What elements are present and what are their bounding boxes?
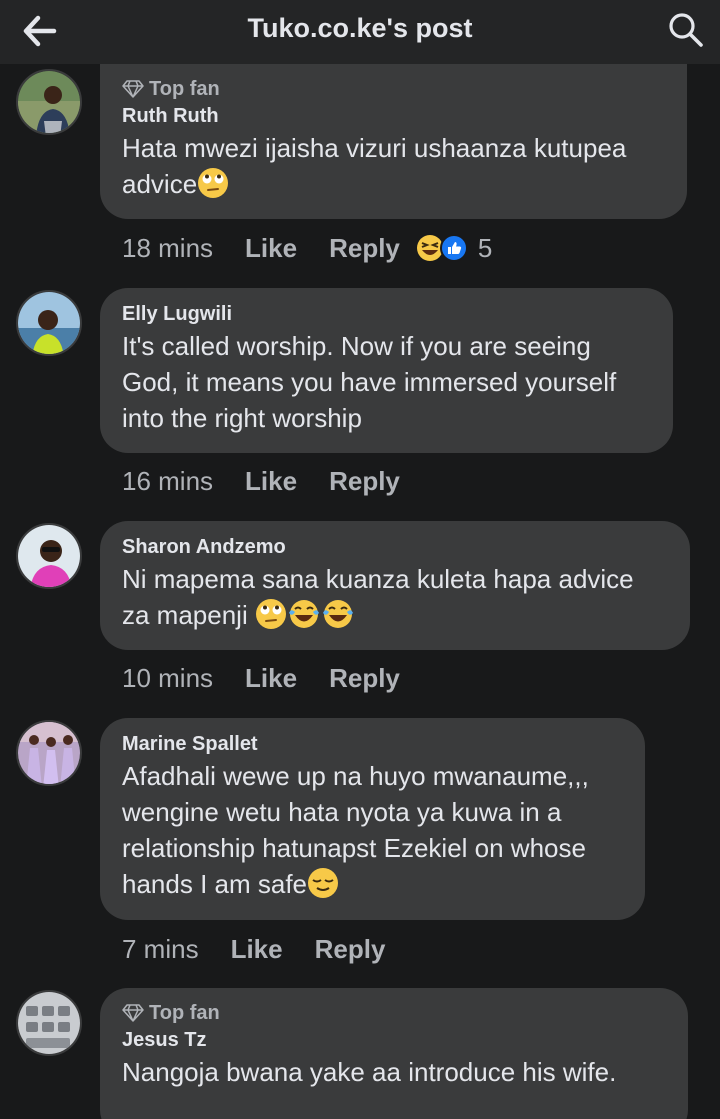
badge-label: Top fan bbox=[149, 77, 220, 100]
comment-text-content: hands I am safe bbox=[122, 869, 307, 899]
comment-bubble[interactable]: Sharon Andzemo Ni mapema sana kuanza kul… bbox=[100, 521, 690, 650]
reaction-summary[interactable]: 5 bbox=[416, 233, 492, 264]
reply-button[interactable]: Reply bbox=[315, 934, 386, 965]
comment-text-line: relationship hatunapst Ezekiel on whose bbox=[122, 833, 586, 863]
top-bar: Tuko.co.ke's post bbox=[0, 0, 720, 64]
search-button[interactable] bbox=[666, 10, 706, 50]
comment-author[interactable]: Sharon Andzemo bbox=[122, 533, 668, 561]
comment-actions: 18 mins Like Reply 5 bbox=[122, 228, 492, 268]
reaction-count: 5 bbox=[477, 232, 493, 263]
avatar[interactable] bbox=[16, 523, 82, 589]
top-fan-badge: Top fan bbox=[122, 1000, 666, 1026]
reply-button[interactable]: Reply bbox=[329, 233, 400, 264]
comment-author[interactable]: Marine Spallet bbox=[122, 730, 623, 758]
eye-roll-emoji-icon bbox=[198, 168, 229, 198]
top-fan-badge: Top fan bbox=[122, 76, 665, 102]
avatar[interactable] bbox=[16, 69, 82, 135]
comment-author[interactable]: Jesus Tz bbox=[122, 1026, 666, 1054]
avatar[interactable] bbox=[16, 990, 82, 1056]
comment-actions: 10 mins Like Reply bbox=[122, 658, 432, 698]
comment-text: Hata mwezi ijaisha vizuri ushaanza kutup… bbox=[122, 130, 665, 202]
comment-text: Ni mapema sana kuanza kuleta hapa advice… bbox=[122, 561, 668, 633]
thumbs-up-icon bbox=[439, 234, 468, 262]
comment-text: Afadhali wewe up na huyo mwanaume,,, wen… bbox=[122, 758, 623, 902]
comment-actions: 16 mins Like Reply bbox=[122, 461, 432, 501]
reply-button[interactable]: Reply bbox=[329, 663, 400, 694]
page-title: Tuko.co.ke's post bbox=[247, 13, 473, 43]
comment-time: 7 mins bbox=[122, 933, 199, 964]
tears-of-joy-emoji-icon bbox=[288, 600, 319, 628]
search-icon bbox=[669, 13, 703, 47]
avatar[interactable] bbox=[16, 290, 82, 356]
tears-of-joy-emoji-icon bbox=[322, 600, 353, 628]
diamond-icon bbox=[122, 1004, 144, 1022]
reply-button[interactable]: Reply bbox=[329, 466, 400, 497]
comment-bubble[interactable]: Elly Lugwili It's called worship. Now if… bbox=[100, 288, 673, 453]
comment-bubble[interactable]: Marine Spallet Afadhali wewe up na huyo … bbox=[100, 718, 645, 920]
comment-author[interactable]: Ruth Ruth bbox=[122, 102, 665, 130]
comment-text-content: Ni mapema sana kuanza kuleta hapa advice… bbox=[122, 564, 634, 630]
comment-time: 10 mins bbox=[122, 662, 214, 693]
comment-actions: 7 mins Like Reply bbox=[122, 929, 417, 969]
comment-bubble[interactable]: Top fan Jesus Tz Nangoja bwana yake aa i… bbox=[100, 988, 688, 1119]
comment-time: 16 mins bbox=[122, 465, 214, 496]
badge-label: Top fan bbox=[149, 1001, 220, 1024]
diamond-icon bbox=[122, 80, 144, 98]
comments-feed[interactable]: Top fan Ruth Ruth Hata mwezi ijaisha viz… bbox=[0, 64, 720, 1119]
comment-text: It's called worship. Now if you are seei… bbox=[122, 331, 617, 433]
like-button[interactable]: Like bbox=[231, 934, 283, 965]
like-button[interactable]: Like bbox=[245, 663, 297, 694]
like-button[interactable]: Like bbox=[245, 233, 297, 264]
comment-text-line: wengine wetu hata nyota ya kuwa in a bbox=[122, 797, 562, 827]
comment-text-line: hands I am safe bbox=[122, 866, 623, 902]
comment-text: Nangoja bwana yake aa introduce his wife… bbox=[122, 1057, 617, 1087]
comment-time: 18 mins bbox=[122, 232, 214, 263]
like-button[interactable]: Like bbox=[245, 466, 297, 497]
relieved-emoji-icon bbox=[308, 868, 338, 898]
avatar[interactable] bbox=[16, 720, 82, 786]
comment-author[interactable]: Elly Lugwili bbox=[122, 300, 651, 328]
eye-roll-emoji-icon bbox=[255, 599, 286, 629]
comment-bubble[interactable]: Top fan Ruth Ruth Hata mwezi ijaisha viz… bbox=[100, 64, 687, 219]
comment-text-line: Afadhali wewe up na huyo mwanaume,,, bbox=[122, 761, 589, 791]
